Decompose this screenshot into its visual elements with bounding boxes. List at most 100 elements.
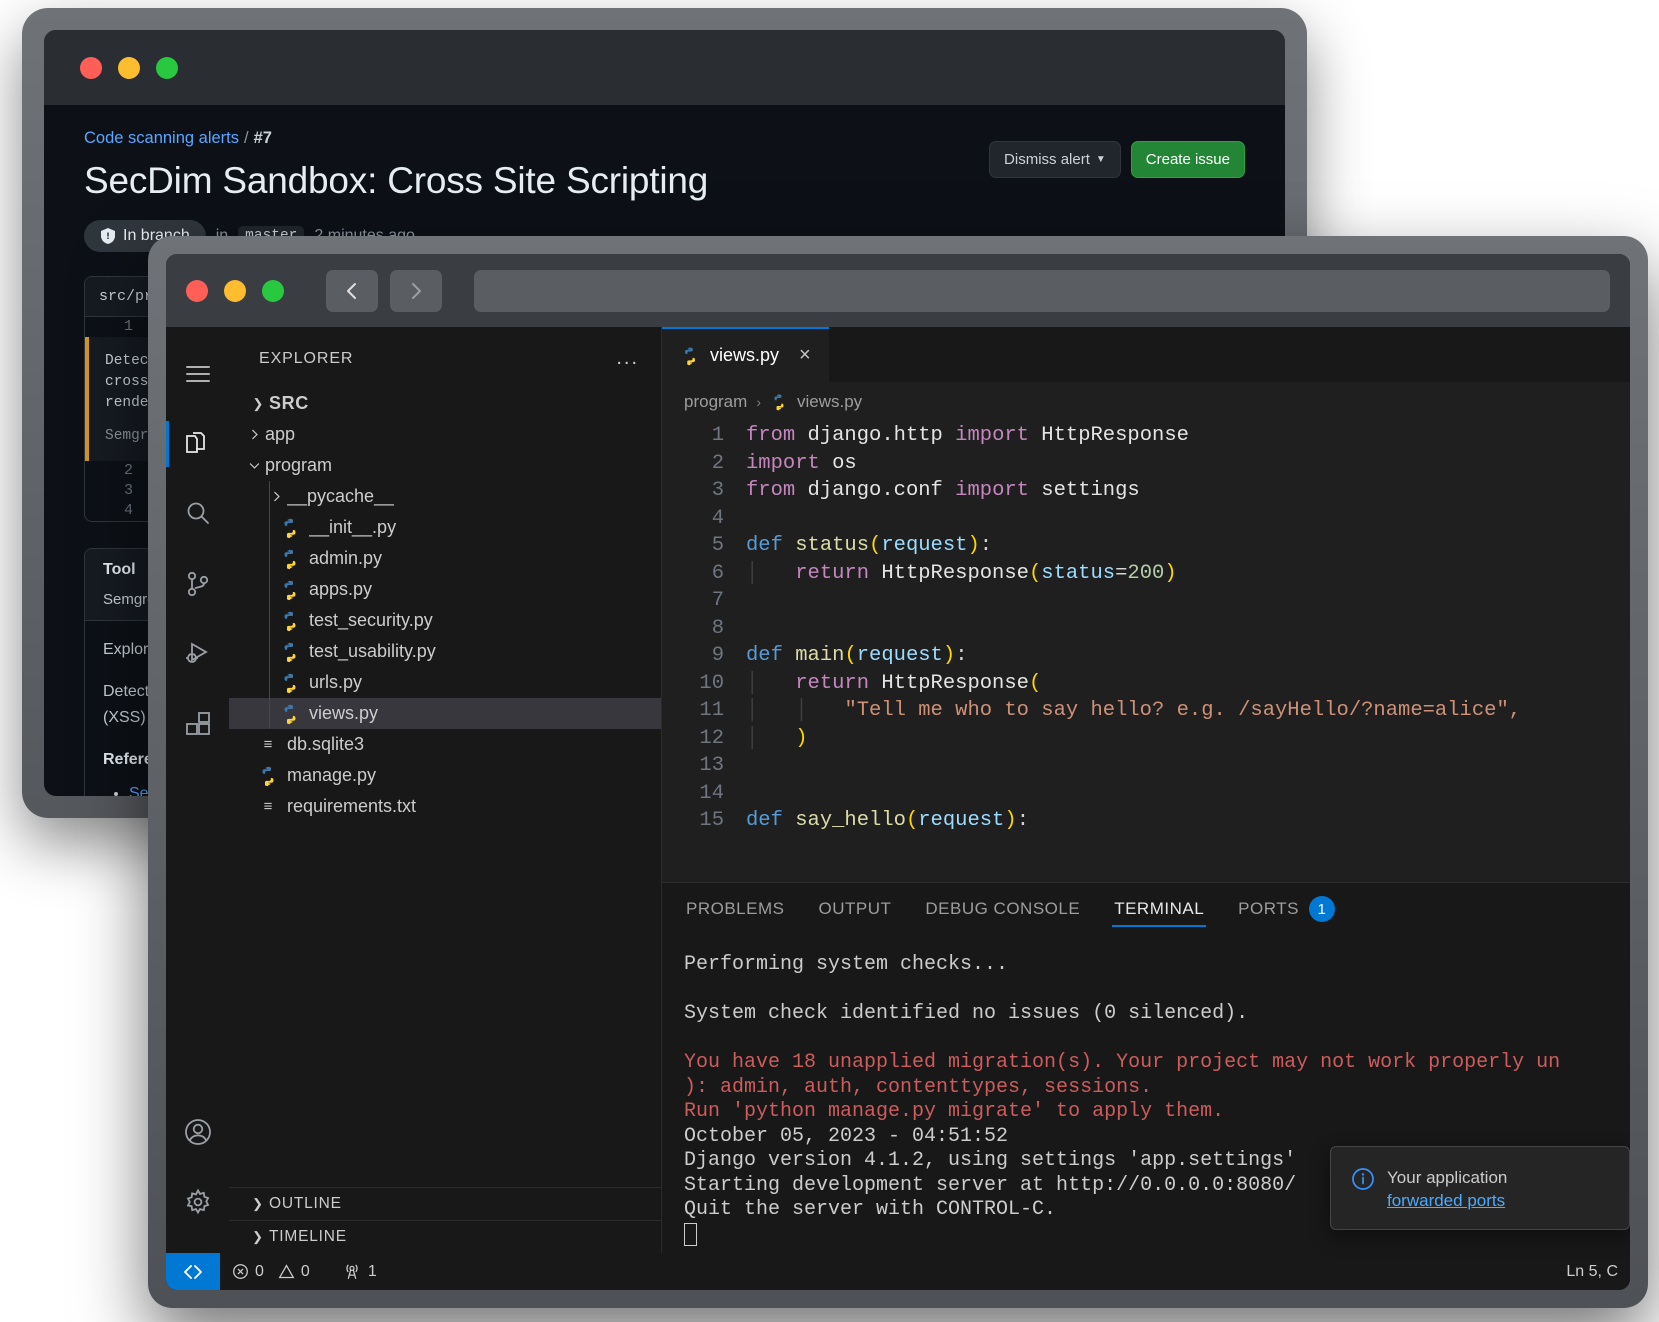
create-issue-label: Create issue <box>1146 151 1230 168</box>
breadcrumb-link-code-scanning-alerts[interactable]: Code scanning alerts <box>84 129 239 147</box>
python-file-icon <box>680 346 700 366</box>
minimize-window-button[interactable] <box>118 57 140 79</box>
tree-item-apps-py[interactable]: apps.py <box>229 574 661 605</box>
line-number: 9 <box>662 642 746 670</box>
tree-item-label: __pycache__ <box>287 486 394 507</box>
terminal-line: ): admin, auth, contenttypes, sessions. <box>684 1076 1630 1101</box>
outline-section-header[interactable]: ❯ OUTLINE <box>229 1187 661 1220</box>
sidebar-item-explorer[interactable] <box>166 411 229 477</box>
cursor-position[interactable]: Ln 5, C <box>1566 1263 1630 1281</box>
maximize-window-button[interactable] <box>262 280 284 302</box>
panel-tab-terminal[interactable]: TERMINAL <box>1112 883 1206 935</box>
run-debug-icon <box>183 639 213 669</box>
sidebar-item-accounts[interactable] <box>166 1099 229 1165</box>
vscode-traffic-lights <box>186 280 284 302</box>
tree-item-db-sqlite3[interactable]: ≡db.sqlite3 <box>229 729 661 760</box>
problems-status[interactable]: 0 0 <box>220 1263 322 1281</box>
code-text: │ ) <box>746 725 1630 753</box>
close-window-button[interactable] <box>186 280 208 302</box>
ports-badge: 1 <box>1309 896 1335 922</box>
vscode-main: EXPLORER ... ❯ SRC appprogram__pycache__… <box>166 327 1630 1253</box>
code-text: import os <box>746 450 1630 478</box>
panel-tab-output[interactable]: OUTPUT <box>816 883 893 935</box>
close-window-button[interactable] <box>80 57 102 79</box>
tab-views-py[interactable]: views.py × <box>662 327 829 382</box>
line-number: 11 <box>662 697 746 725</box>
code-text: def main(request): <box>746 642 1630 670</box>
line-number: 1 <box>662 422 746 450</box>
code-line: 1from django.http import HttpResponse <box>662 422 1630 450</box>
panel-tab-problems[interactable]: PROBLEMS <box>684 883 786 935</box>
code-line: 5def status(request): <box>662 532 1630 560</box>
code-text <box>746 587 1630 615</box>
tree-item-label: test_security.py <box>309 610 433 631</box>
code-line: 10│ return HttpResponse( <box>662 670 1630 698</box>
code-editor[interactable]: 1from django.http import HttpResponse2im… <box>662 422 1630 882</box>
tree-item-views-py[interactable]: views.py <box>229 698 661 729</box>
menu-icon[interactable] <box>166 341 229 407</box>
panel-tab-label: DEBUG CONSOLE <box>925 899 1080 919</box>
tree-item-app[interactable]: app <box>229 419 661 450</box>
tree-item--init-py[interactable]: __init__.py <box>229 512 661 543</box>
chevron-right-icon: ❯ <box>247 1229 269 1245</box>
search-icon <box>183 499 213 529</box>
code-line: 4 <box>662 505 1630 533</box>
address-bar[interactable] <box>474 270 1610 312</box>
dismiss-alert-button[interactable]: Dismiss alert ▼ <box>989 141 1121 178</box>
breadcrumb-folder[interactable]: program <box>684 392 747 412</box>
remote-window-icon <box>182 1263 204 1281</box>
panel-tab-label: OUTPUT <box>818 899 891 919</box>
tree-item--pycache-[interactable]: __pycache__ <box>229 481 661 512</box>
breadcrumb-file[interactable]: views.py <box>797 392 862 412</box>
code-line: 7 <box>662 587 1630 615</box>
toast-link-forwarded-ports[interactable]: forwarded ports <box>1387 1191 1609 1211</box>
sidebar-item-search[interactable] <box>166 481 229 547</box>
notification-toast[interactable]: Your application forwarded ports <box>1330 1146 1630 1230</box>
sidebar-item-extensions[interactable] <box>166 691 229 757</box>
create-issue-button[interactable]: Create issue <box>1131 141 1245 178</box>
tree-item-label: __init__.py <box>309 517 396 538</box>
tree-item-urls-py[interactable]: urls.py <box>229 667 661 698</box>
code-text: def status(request): <box>746 532 1630 560</box>
chevron-right-icon <box>265 490 287 503</box>
tree-root-src[interactable]: ❯ SRC <box>229 388 661 419</box>
tree-item-test-security-py[interactable]: test_security.py <box>229 605 661 636</box>
explorer-more-actions-icon[interactable]: ... <box>616 347 639 370</box>
error-circle-icon <box>232 1263 249 1280</box>
sidebar-item-source-control[interactable] <box>166 551 229 617</box>
remote-window-button[interactable] <box>166 1253 220 1290</box>
file-tree: ❯ SRC appprogram__pycache__ __init__.py … <box>229 384 661 1187</box>
chevron-down-icon: ❯ <box>247 396 269 412</box>
line-number: 5 <box>662 532 746 560</box>
tree-item-test-usability-py[interactable]: test_usability.py <box>229 636 661 667</box>
python-icon-wrap <box>279 703 309 725</box>
tree-item-label: program <box>265 455 332 476</box>
tree-item-program[interactable]: program <box>229 450 661 481</box>
back-button[interactable] <box>326 270 378 312</box>
maximize-window-button[interactable] <box>156 57 178 79</box>
tree-item-admin-py[interactable]: admin.py <box>229 543 661 574</box>
python-icon-wrap <box>279 517 309 539</box>
code-text: │ return HttpResponse(status=200) <box>746 560 1630 588</box>
ports-status[interactable]: 1 <box>330 1263 389 1281</box>
tree-item-requirements-txt[interactable]: ≡requirements.txt <box>229 791 661 822</box>
radio-tower-icon <box>342 1263 362 1281</box>
github-titlebar <box>44 30 1285 105</box>
tree-item-manage-py[interactable]: manage.py <box>229 760 661 791</box>
timeline-section-header[interactable]: ❯ TIMELINE <box>229 1220 661 1253</box>
forward-button[interactable] <box>390 270 442 312</box>
panel-tab-debug-console[interactable]: DEBUG CONSOLE <box>923 883 1082 935</box>
python-icon-wrap <box>279 610 309 632</box>
sidebar-item-run-and-debug[interactable] <box>166 621 229 687</box>
explorer-panel: EXPLORER ... ❯ SRC appprogram__pycache__… <box>229 327 662 1253</box>
snippet-line-number: 3 <box>85 481 149 501</box>
terminal-line <box>684 1027 1630 1052</box>
minimize-window-button[interactable] <box>224 280 246 302</box>
close-icon[interactable]: × <box>799 344 811 367</box>
panel-tab-ports[interactable]: PORTS1 <box>1236 883 1337 935</box>
terminal-line: Performing system checks... <box>684 953 1630 978</box>
terminal-line: Run 'python manage.py migrate' to apply … <box>684 1100 1630 1125</box>
code-line: 6│ return HttpResponse(status=200) <box>662 560 1630 588</box>
vscode-titlebar <box>166 254 1630 327</box>
sidebar-item-settings[interactable] <box>166 1169 229 1235</box>
